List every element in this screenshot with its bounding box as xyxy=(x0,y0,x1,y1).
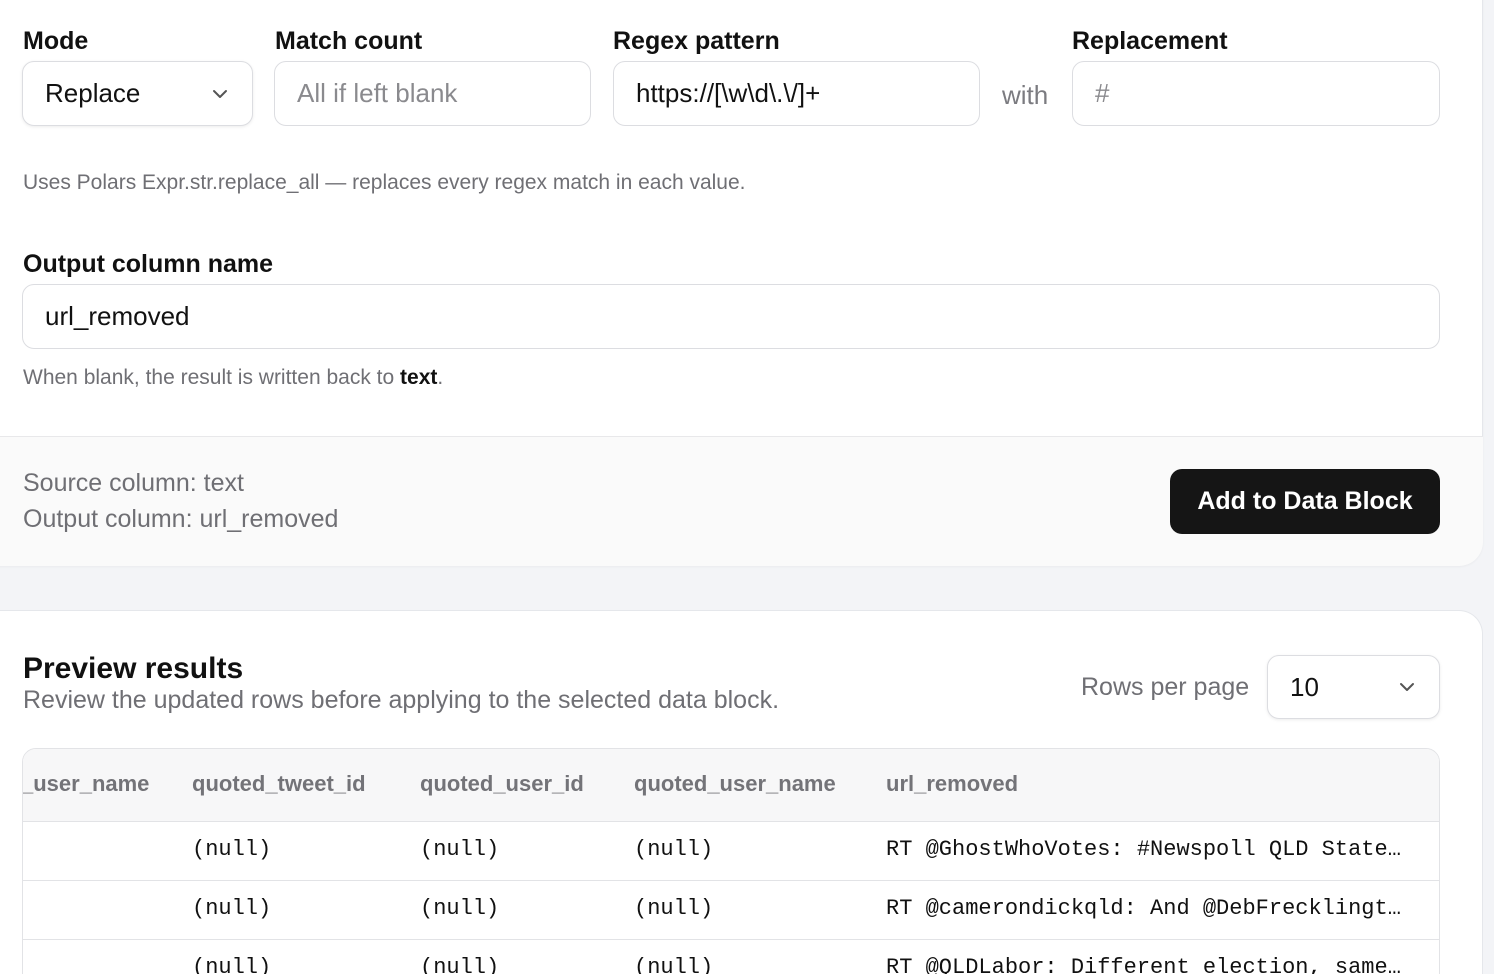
output-help-prefix: When blank, the result is written back t… xyxy=(23,366,401,389)
column-header[interactable]: quoted_tweet_id xyxy=(192,771,366,797)
mode-select[interactable]: Replace xyxy=(22,61,253,126)
preview-subtitle: Review the updated rows before applying … xyxy=(23,686,780,714)
table-cell: (null) xyxy=(420,837,500,862)
regex-pattern-label: Regex pattern xyxy=(613,27,780,55)
table-cell: (null) xyxy=(634,955,714,974)
output-help-text: When blank, the result is written back t… xyxy=(23,366,443,390)
output-column-field[interactable] xyxy=(22,284,1440,349)
table-row[interactable]: (null) (null) (null) RT @GhostWhoVotes: … xyxy=(23,822,1439,881)
output-column-input[interactable] xyxy=(45,301,1417,332)
regex-pattern-field[interactable] xyxy=(613,61,980,126)
mode-label: Mode xyxy=(23,27,89,55)
mode-select-value: Replace xyxy=(45,78,141,108)
table-header: _user_name quoted_tweet_id quoted_user_i… xyxy=(23,749,1439,822)
replacement-input[interactable] xyxy=(1095,78,1417,109)
output-column-summary: Output column: url_removed xyxy=(23,505,339,533)
with-text: with xyxy=(1002,80,1049,110)
column-header[interactable]: url_removed xyxy=(886,771,1018,797)
column-header[interactable]: quoted_user_id xyxy=(420,771,584,797)
preview-title: Preview results xyxy=(23,652,244,685)
rows-per-page-label: Rows per page xyxy=(1081,673,1250,701)
table-row[interactable]: (null) (null) (null) RT @QLDLabor: Diffe… xyxy=(23,940,1439,974)
output-help-suffix: . xyxy=(437,366,444,389)
table-cell: (null) xyxy=(192,837,272,862)
table-cell: (null) xyxy=(192,955,272,974)
table-cell: RT @QLDLabor: Different election, same L… xyxy=(886,955,1411,974)
table-cell: (null) xyxy=(192,896,272,921)
add-to-data-block-button[interactable]: Add to Data Block xyxy=(1170,469,1440,534)
match-count-field[interactable] xyxy=(274,61,591,126)
table-cell: (null) xyxy=(634,837,714,862)
table-cell: (null) xyxy=(420,896,500,921)
preview-table: _user_name quoted_tweet_id quoted_user_i… xyxy=(22,748,1440,974)
output-help-column: text xyxy=(400,366,438,389)
rows-per-page-value: 10 xyxy=(1290,671,1319,702)
replacement-label: Replacement xyxy=(1072,27,1228,55)
column-header[interactable]: quoted_user_name xyxy=(634,771,836,797)
regex-pattern-input[interactable] xyxy=(636,78,957,109)
rows-per-page-select[interactable]: 10 xyxy=(1267,655,1440,719)
chevron-down-icon xyxy=(213,89,227,98)
match-count-label: Match count xyxy=(275,27,423,55)
column-header[interactable]: _user_name xyxy=(23,771,149,797)
replace-help-text: Uses Polars Expr.str.replace_all — repla… xyxy=(23,171,746,194)
output-column-label: Output column name xyxy=(23,250,273,278)
table-cell: (null) xyxy=(420,955,500,974)
match-count-input[interactable] xyxy=(297,78,568,109)
table-cell: (null) xyxy=(634,896,714,921)
replacement-field[interactable] xyxy=(1072,61,1440,126)
table-row[interactable]: (null) (null) (null) RT @camerondickqld:… xyxy=(23,881,1439,940)
source-column-summary: Source column: text xyxy=(23,469,244,497)
table-cell: RT @GhostWhoVotes: #Newspoll QLD State V… xyxy=(886,837,1411,862)
chevron-down-icon xyxy=(1400,683,1414,691)
table-cell: RT @camerondickqld: And @DebFrecklington… xyxy=(886,896,1411,921)
